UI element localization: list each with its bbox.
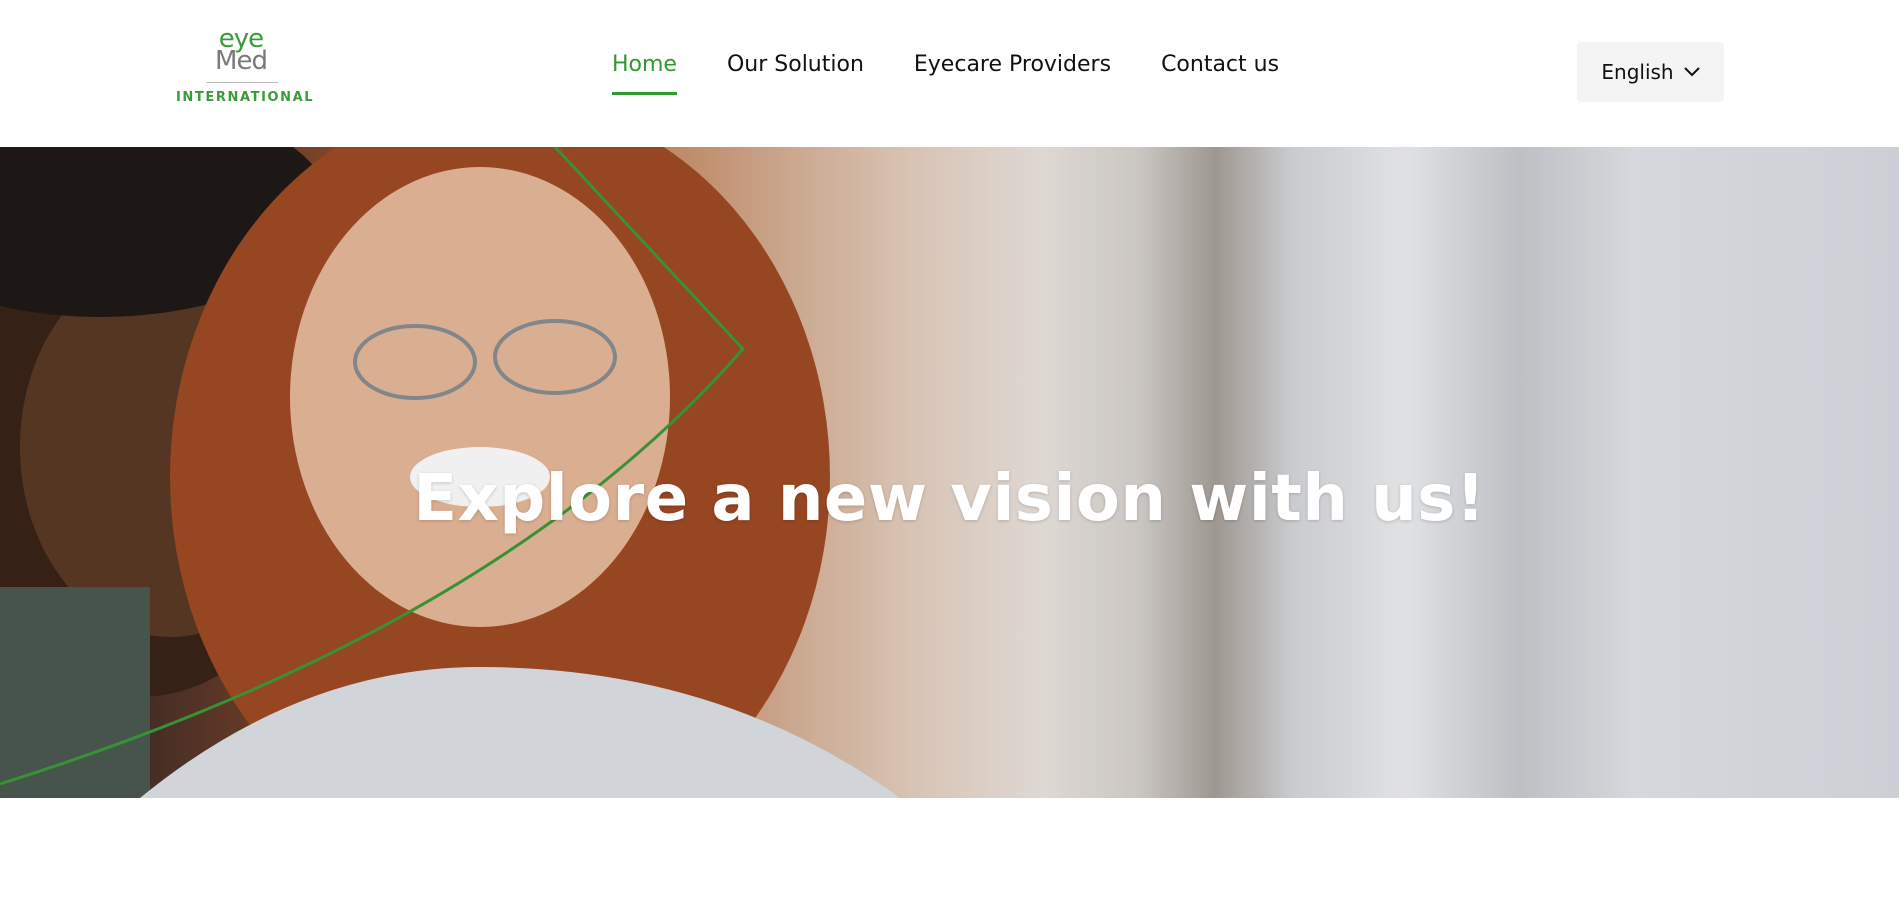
- chevron-down-icon: [1683, 67, 1700, 77]
- nav-item-label: Our Solution: [726, 52, 864, 77]
- nav-item-our-solution[interactable]: Our Solution: [727, 52, 864, 77]
- hero-title: Explore a new vision with us!: [413, 461, 1486, 536]
- nav-item-contact-us[interactable]: Contact us: [1161, 52, 1279, 77]
- site-header: eye Med INTERNATIONAL Home Our Solution …: [0, 0, 1899, 147]
- nav-item-label: Home: [612, 52, 677, 77]
- nav-item-label: Eyecare Providers: [913, 52, 1112, 77]
- nav-item-eyecare-providers[interactable]: Eyecare Providers: [914, 52, 1111, 77]
- language-label: English: [1601, 60, 1674, 84]
- language-selector[interactable]: English: [1577, 42, 1724, 102]
- active-indicator: [612, 92, 677, 95]
- logo-divider: [206, 82, 278, 83]
- main-nav: Home Our Solution Eyecare Providers Cont…: [612, 52, 1329, 95]
- nav-item-home[interactable]: Home: [612, 52, 677, 95]
- logo-subtitle: INTERNATIONAL: [176, 90, 315, 105]
- logo-med-text: Med: [215, 46, 268, 76]
- nav-item-label: Contact us: [1161, 52, 1280, 77]
- hero-banner: Explore a new vision with us!: [0, 147, 1899, 798]
- eyemed-international-logo[interactable]: eye Med INTERNATIONAL: [176, 26, 315, 108]
- logo-wordmark: eye Med: [206, 26, 276, 76]
